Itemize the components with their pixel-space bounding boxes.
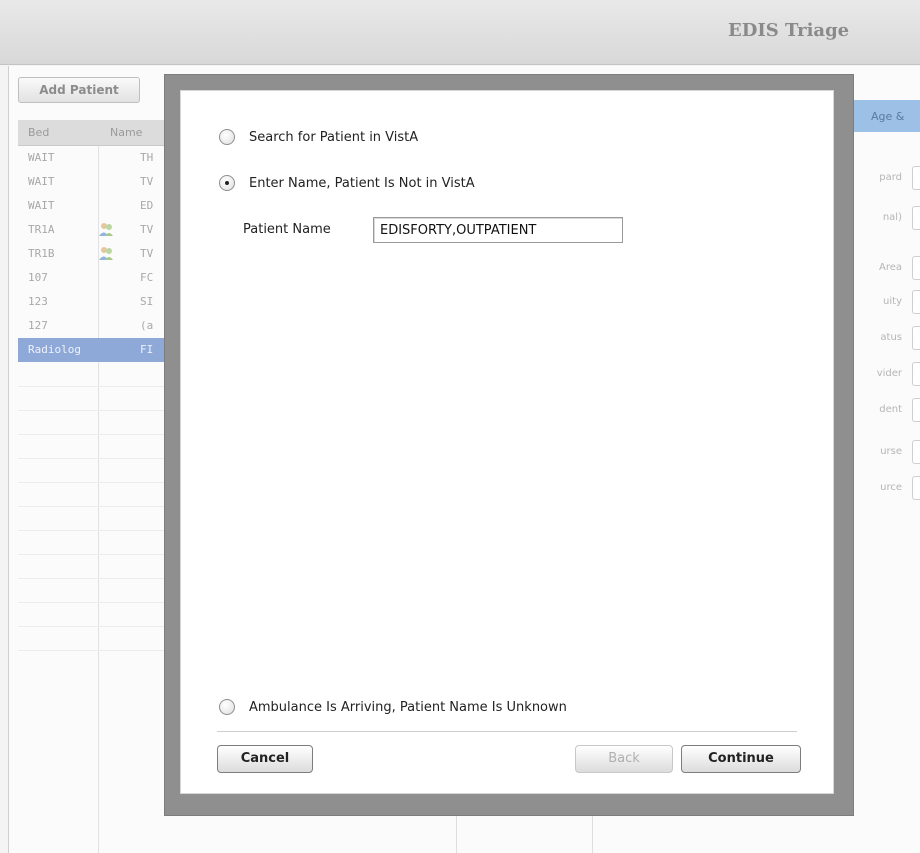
name-cell: TV	[140, 223, 154, 236]
empty-row	[18, 410, 168, 435]
patient-group-icon	[99, 223, 113, 236]
add-patient-button[interactable]: Add Patient	[18, 77, 140, 103]
radio-search-vista[interactable]	[219, 129, 235, 145]
option-enter-label[interactable]: Enter Name, Patient Is Not in VistA	[249, 176, 475, 191]
name-cell: TH	[140, 151, 154, 164]
patient-name-input[interactable]: EDISFORTY,OUTPATIENT	[373, 217, 623, 243]
detail-field[interactable]	[912, 476, 920, 500]
bed-cell: TR1B	[28, 247, 55, 260]
detail-field[interactable]	[912, 398, 920, 422]
table-row[interactable]: TR1B TV	[18, 242, 168, 266]
name-cell: ED	[140, 199, 154, 212]
detail-label: atus	[880, 332, 902, 343]
option-search-label[interactable]: Search for Patient in VistA	[249, 130, 418, 145]
cancel-button[interactable]: Cancel	[217, 745, 313, 773]
detail-label: pard	[879, 172, 902, 183]
empty-row	[18, 458, 168, 483]
detail-field[interactable]	[912, 362, 920, 386]
empty-row	[18, 626, 168, 651]
column-divider	[456, 814, 457, 853]
bed-cell: WAIT	[28, 151, 55, 164]
table-row[interactable]: 123 SI	[18, 290, 168, 314]
name-cell: FI	[140, 343, 154, 356]
column-header-bed[interactable]: Bed	[28, 126, 49, 139]
bed-cell: WAIT	[28, 199, 55, 212]
detail-header: Age &	[848, 100, 920, 132]
empty-row	[18, 434, 168, 459]
bed-cell: 123	[28, 295, 48, 308]
detail-label: urse	[880, 446, 902, 457]
detail-label: Area	[878, 262, 902, 273]
table-row[interactable]: 107 FC	[18, 266, 168, 290]
empty-row	[18, 602, 168, 627]
name-cell: (a	[140, 319, 154, 332]
table-row[interactable]: WAIT TH	[18, 146, 168, 170]
detail-label: uity	[883, 296, 902, 307]
table-row[interactable]: WAIT ED	[18, 194, 168, 218]
column-divider	[592, 814, 593, 853]
detail-field[interactable]	[912, 440, 920, 464]
bed-cell: TR1A	[28, 223, 55, 236]
dialog-separator	[217, 731, 797, 732]
detail-label: dent	[879, 404, 902, 415]
radio-ambulance[interactable]	[219, 699, 235, 715]
name-cell: TV	[140, 247, 154, 260]
detail-field[interactable]	[912, 326, 920, 350]
empty-row	[18, 506, 168, 531]
name-cell: FC	[140, 271, 154, 284]
empty-row	[18, 530, 168, 555]
detail-label: vider	[876, 368, 902, 379]
bed-cell: WAIT	[28, 175, 55, 188]
back-button[interactable]: Back	[575, 745, 673, 773]
name-cell: TV	[140, 175, 154, 188]
bed-cell: 127	[28, 319, 48, 332]
bed-cell: Radiolog	[28, 343, 81, 356]
empty-row	[18, 482, 168, 507]
continue-button[interactable]: Continue	[681, 745, 801, 773]
detail-field[interactable]	[912, 166, 920, 190]
detail-field[interactable]	[912, 206, 920, 230]
detail-field[interactable]	[912, 290, 920, 314]
app-header: EDIS Triage	[0, 0, 920, 65]
detail-field[interactable]	[912, 256, 920, 280]
name-cell: SI	[140, 295, 154, 308]
app-title: EDIS Triage	[728, 20, 850, 41]
patient-grid-header: Bed Name	[18, 120, 168, 146]
detail-label: urce	[880, 482, 902, 493]
table-row[interactable]: 127 (a	[18, 314, 168, 338]
table-row[interactable]: TR1A TV	[18, 218, 168, 242]
patient-name-label: Patient Name	[243, 222, 331, 237]
table-row[interactable]: WAIT TV	[18, 170, 168, 194]
empty-row	[18, 554, 168, 579]
age-sex-header: Age &	[871, 110, 905, 123]
radio-enter-name[interactable]	[219, 175, 235, 191]
option-ambulance-label[interactable]: Ambulance Is Arriving, Patient Name Is U…	[249, 700, 567, 715]
empty-row	[18, 578, 168, 603]
patient-grid: WAIT TH WAIT TV WAIT ED TR1A TV TR1B TV …	[18, 146, 168, 853]
empty-row	[18, 362, 168, 387]
column-header-name[interactable]: Name	[110, 126, 142, 139]
add-patient-dialog: Search for Patient in VistA Enter Name, …	[180, 90, 834, 794]
empty-row	[18, 386, 168, 411]
detail-label: nal)	[882, 212, 902, 223]
bed-cell: 107	[28, 271, 48, 284]
table-row-selected[interactable]: Radiolog FI	[18, 338, 168, 362]
patient-group-icon	[99, 247, 113, 260]
